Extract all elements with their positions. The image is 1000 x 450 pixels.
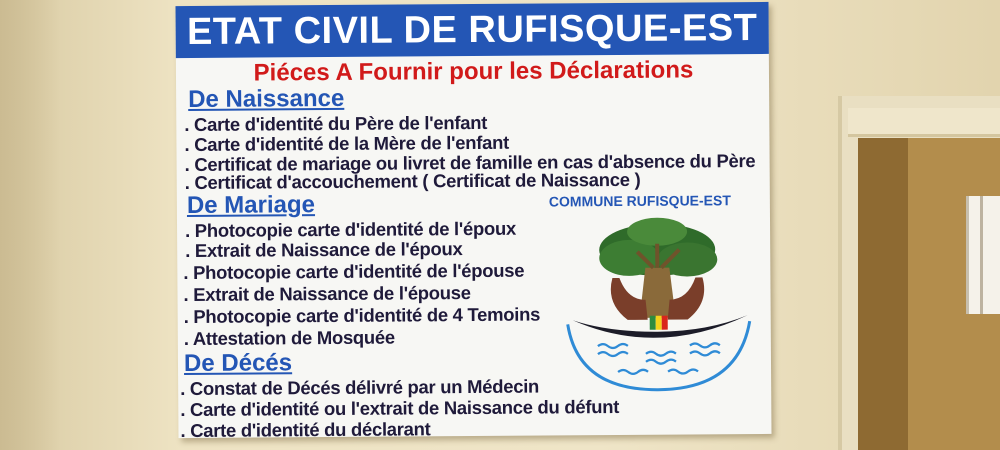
section-heading-mariage: De Mariage: [186, 191, 316, 220]
section-heading-naissance: De Naissance: [188, 84, 345, 113]
list-item: . Certificat d'accouchement ( Certificat…: [184, 168, 641, 194]
list-item: . Carte d'identité du déclarant: [180, 418, 431, 442]
list-item: . Carte d'identité ou l'extrait de Naiss…: [180, 395, 620, 421]
list-item: . Photocopie carte d'identité de l'épous…: [183, 259, 525, 284]
window-bar: [980, 196, 983, 314]
list-item: . Extrait de Naissance de l'époux: [185, 238, 463, 262]
window: [966, 196, 1000, 314]
commune-emblem: [566, 217, 752, 392]
wall-shadow: [0, 0, 60, 450]
list-item: . Attestation de Mosquée: [183, 326, 395, 350]
board-title: ETAT CIVIL DE RUFISQUE-EST: [175, 1, 769, 59]
door-shadow: [858, 138, 908, 450]
section-heading-deces: De Décés: [183, 349, 293, 378]
board-subtitle: Piéces A Fournir pour les Déclarations: [253, 56, 694, 87]
door-lintel: [848, 108, 1000, 137]
notice-board: ETAT CIVIL DE RUFISQUE-EST Piéces A Four…: [175, 1, 772, 441]
list-item: . Extrait de Naissance de l'épouse: [183, 282, 471, 306]
list-item: . Photocopie carte d'identité de 4 Temoi…: [183, 303, 541, 328]
